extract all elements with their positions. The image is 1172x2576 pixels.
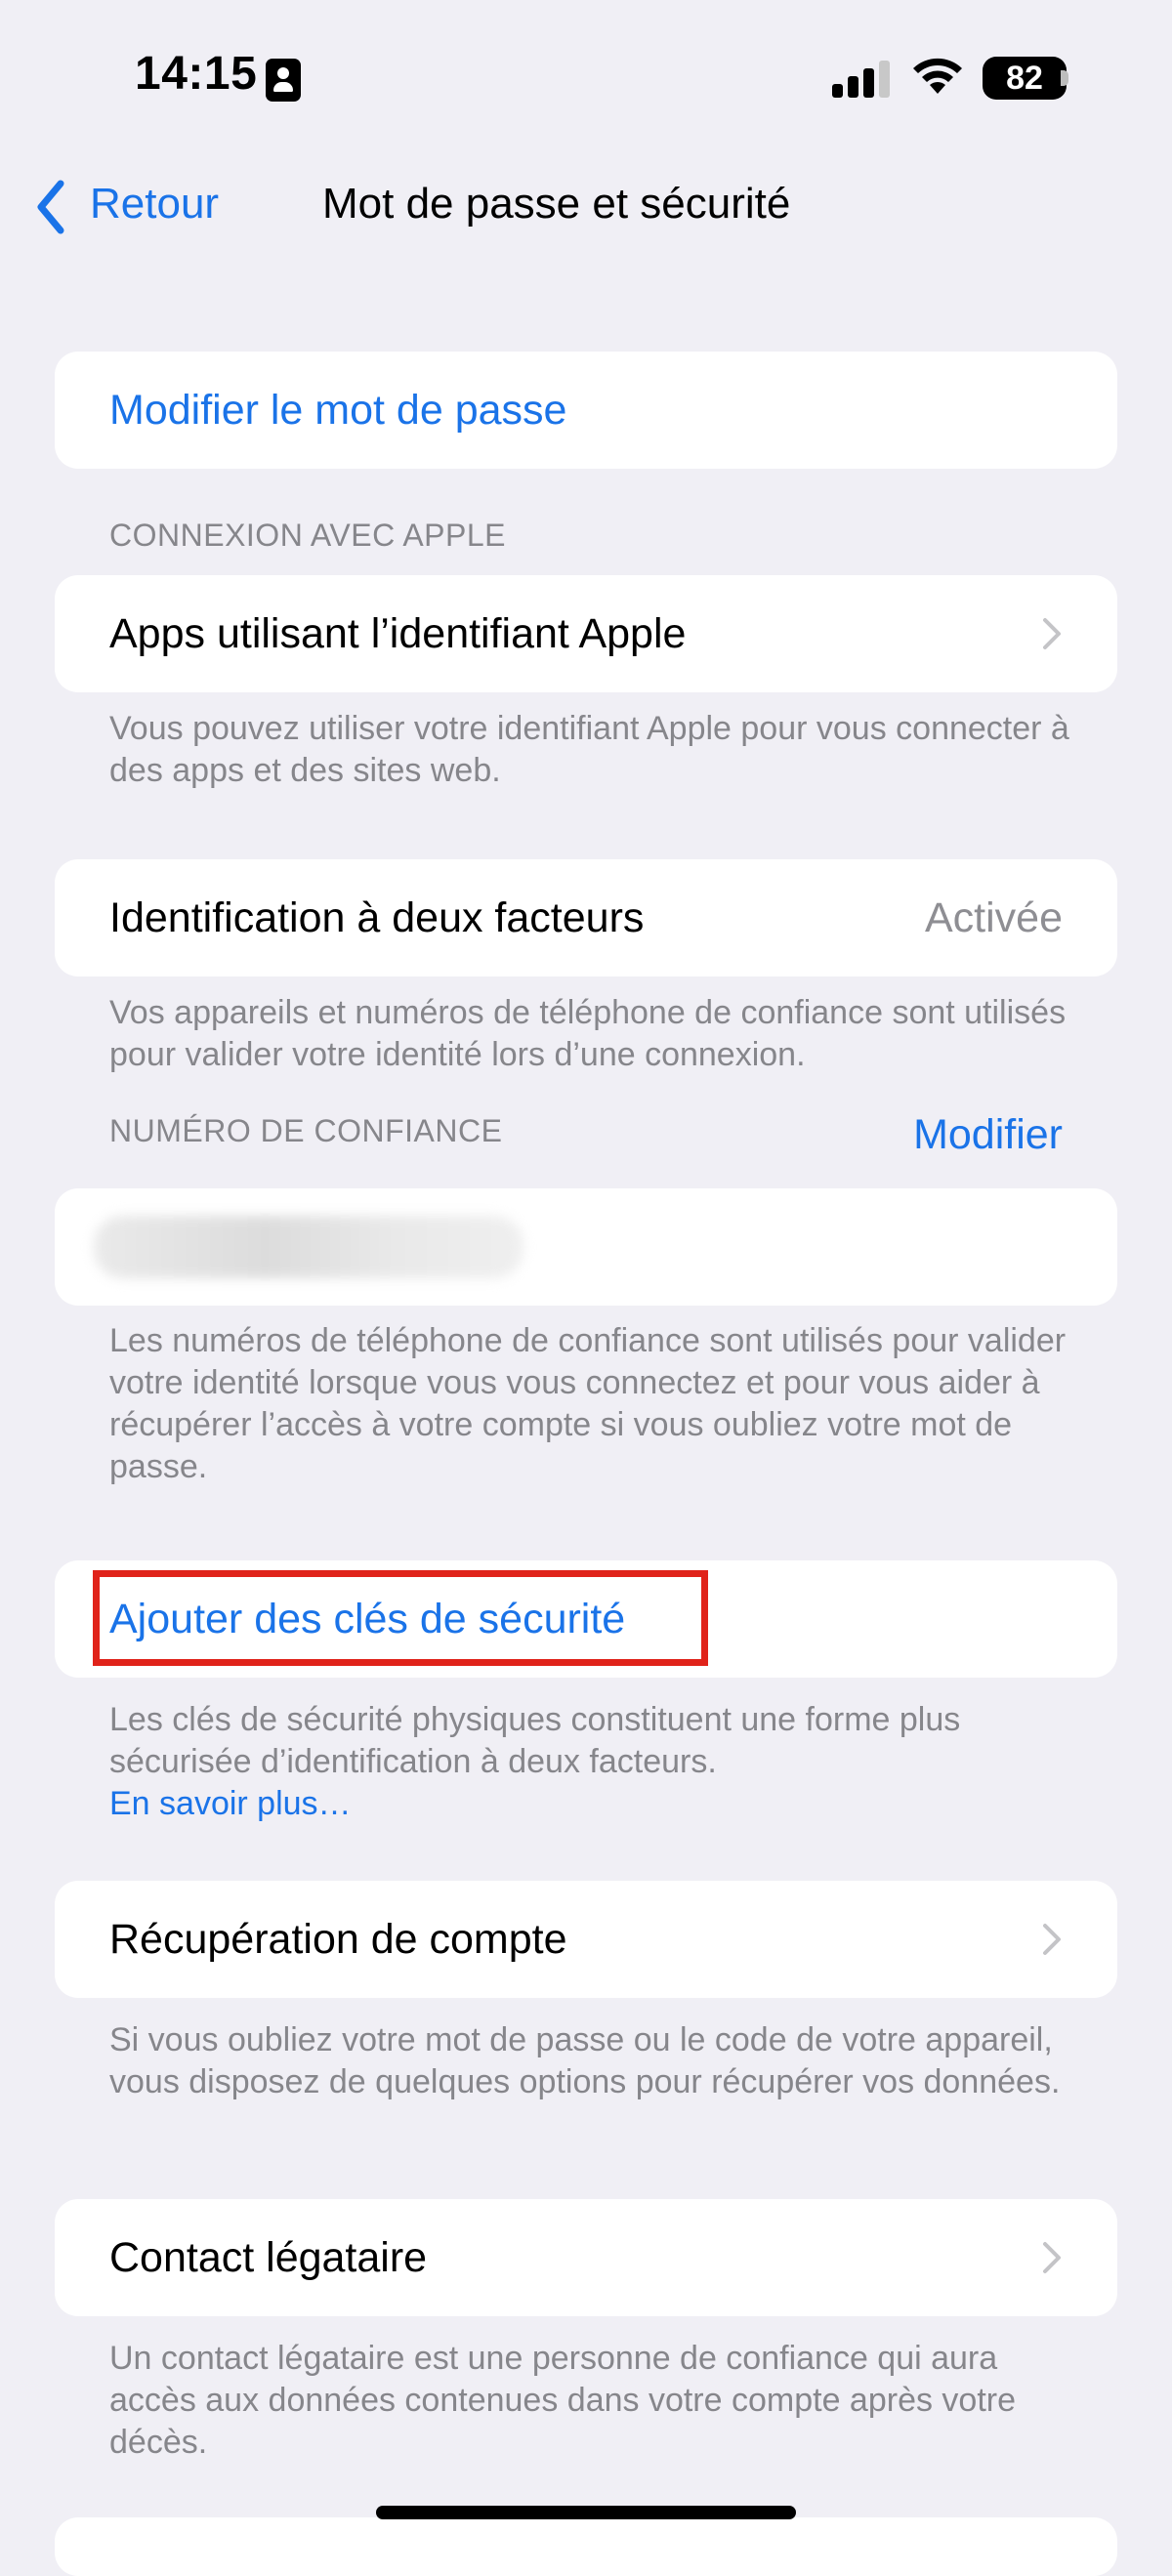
section-header-apple-signin: CONNEXION AVEC APPLE xyxy=(109,518,506,553)
account-recovery-footer: Si vous oubliez votre mot de passe ou le… xyxy=(109,2021,1061,2100)
chevron-right-icon xyxy=(1043,1924,1061,1955)
cellular-signal-icon xyxy=(832,61,891,98)
wifi-icon xyxy=(913,58,962,94)
legacy-contact-footer: Un contact légataire est une personne de… xyxy=(109,2340,1017,2461)
two-factor-status: Activée xyxy=(924,894,1063,941)
apple-signin-footer: Vous pouvez utiliser votre identifiant A… xyxy=(109,710,1069,789)
status-time: 14:15 xyxy=(135,48,258,100)
back-chevron-icon[interactable] xyxy=(31,178,74,236)
two-factor-label: Identification à deux facteurs xyxy=(109,894,645,941)
focus-person-icon xyxy=(266,59,301,102)
back-button[interactable]: Retour xyxy=(90,180,219,229)
section-header-trusted-number: NUMÉRO DE CONFIANCE xyxy=(109,1113,503,1148)
page-title: Mot de passe et sécurité xyxy=(322,180,791,228)
security-keys-footer: Les clés de sécurité physiques constitue… xyxy=(109,1699,1086,1825)
apps-using-apple-id-label: Apps utilisant l’identifiant Apple xyxy=(109,610,687,657)
account-recovery-cell[interactable]: Récupération de compte xyxy=(55,1881,1117,1998)
change-password-cell[interactable]: Modifier le mot de passe xyxy=(55,352,1117,469)
apps-using-apple-id-cell[interactable]: Apps utilisant l’identifiant Apple xyxy=(55,575,1117,692)
highlight-box xyxy=(93,1570,708,1666)
redacted-phone-number xyxy=(94,1216,523,1278)
battery-tip xyxy=(1061,70,1068,86)
trusted-number-cell xyxy=(55,1188,1117,1306)
chevron-right-icon xyxy=(1043,2242,1061,2273)
chevron-right-icon xyxy=(1043,618,1061,649)
account-recovery-label: Récupération de compte xyxy=(109,1916,567,1963)
legacy-contact-cell[interactable]: Contact légataire xyxy=(55,2199,1117,2316)
two-factor-cell[interactable]: Identification à deux facteurs Activée xyxy=(55,859,1117,976)
learn-more-link[interactable]: En savoir plus… xyxy=(109,1785,352,1822)
home-indicator[interactable] xyxy=(376,2506,796,2519)
change-password-label: Modifier le mot de passe xyxy=(109,387,567,434)
edit-trusted-number-button[interactable]: Modifier xyxy=(913,1111,1063,1159)
next-cell-partial xyxy=(55,2517,1117,2576)
battery-level-icon: 82 xyxy=(983,57,1067,100)
two-factor-footer: Vos appareils et numéros de téléphone de… xyxy=(109,994,1067,1073)
security-keys-footer-text: Les clés de sécurité physiques constitue… xyxy=(109,1701,961,1780)
legacy-contact-label: Contact légataire xyxy=(109,2234,428,2281)
trusted-number-footer: Les numéros de téléphone de confiance so… xyxy=(109,1322,1067,1485)
